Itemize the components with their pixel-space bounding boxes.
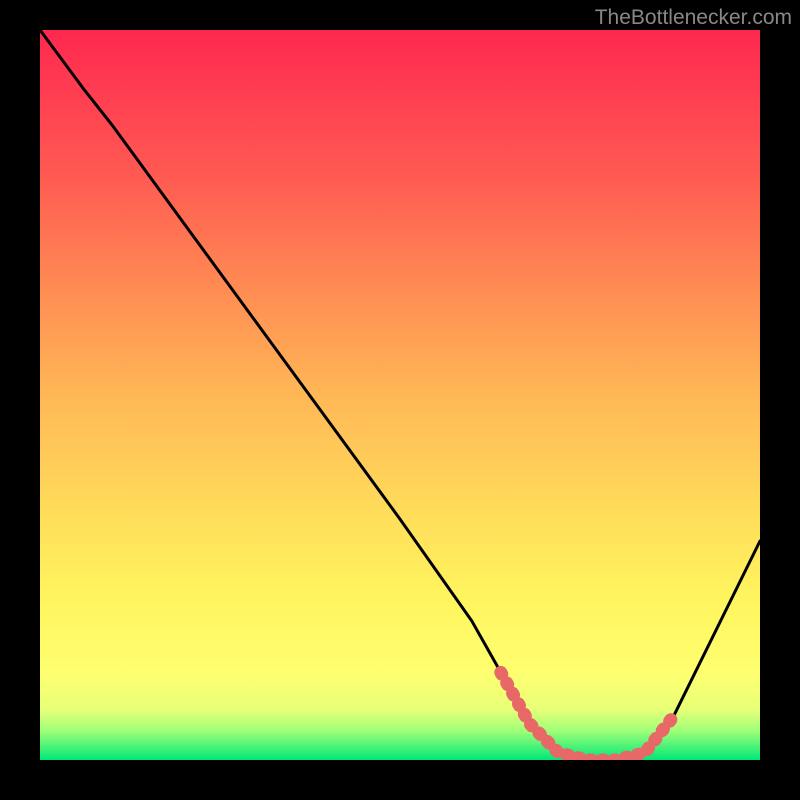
chart-svg: [40, 30, 760, 760]
watermark-text: TheBottlenecker.com: [595, 6, 792, 30]
gradient-background: [40, 30, 760, 760]
chart-container: TheBottlenecker.com: [0, 0, 800, 800]
chart-area: [40, 30, 760, 760]
